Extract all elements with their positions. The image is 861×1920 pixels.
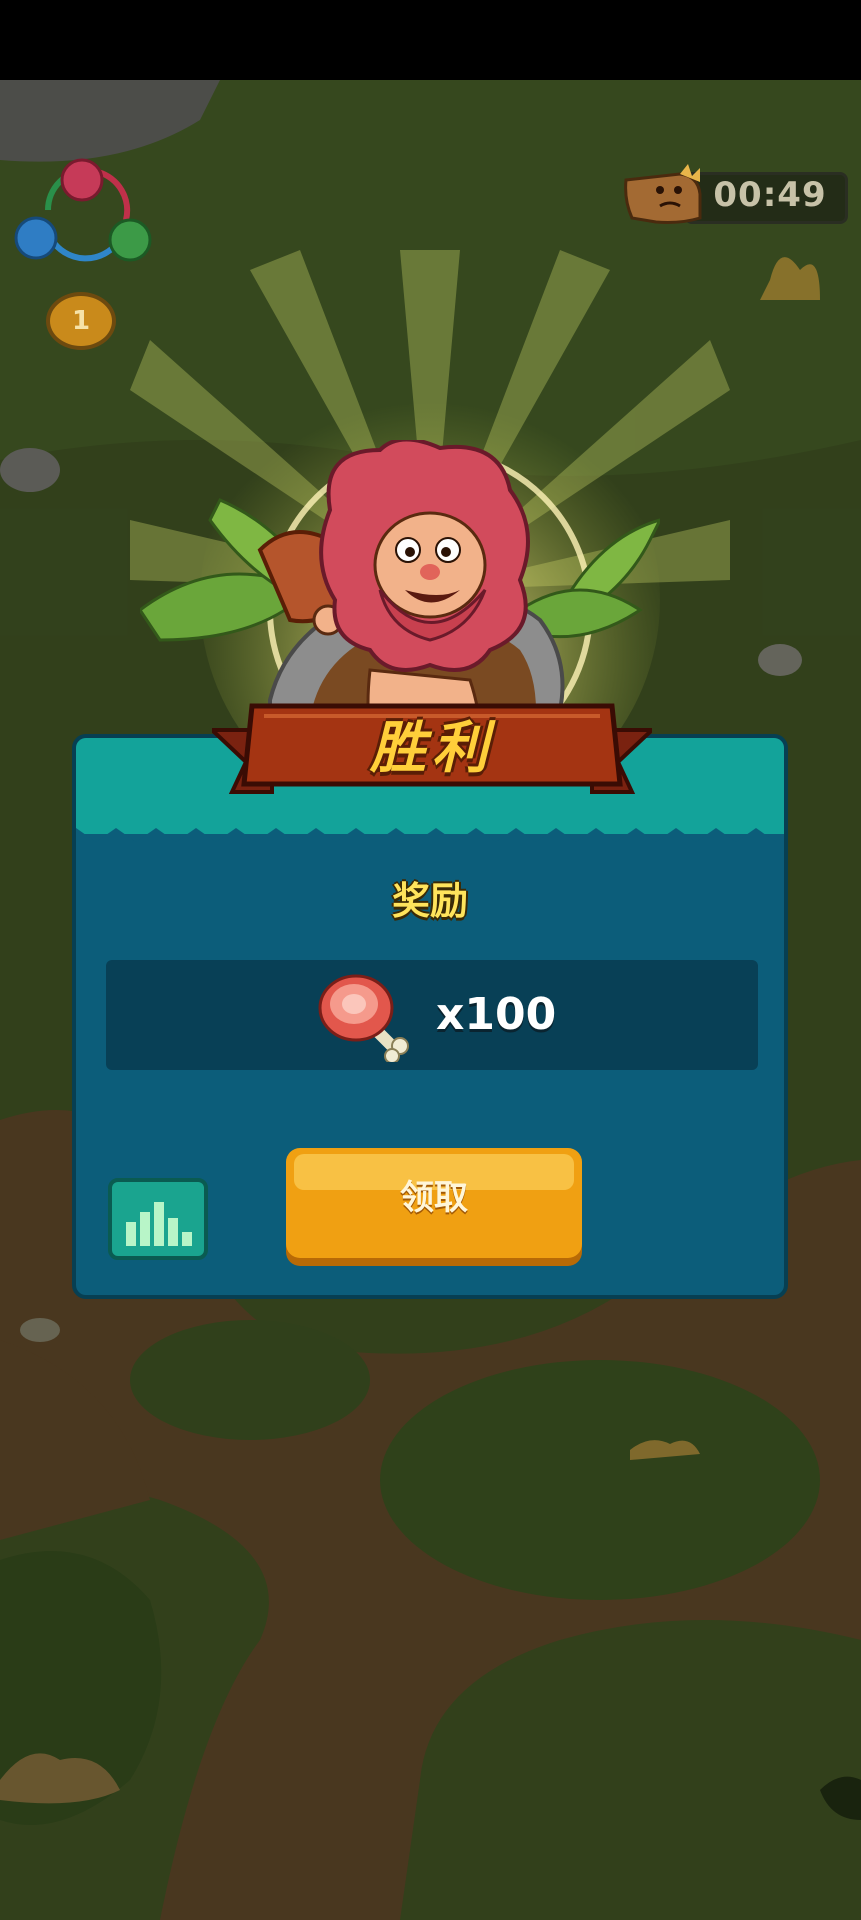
status-bar [0,0,861,80]
stats-button[interactable] [108,1178,208,1260]
reward-title: 奖励 [391,879,468,923]
dialog-wave-edge [76,828,784,858]
reward-item-row: x100 [106,960,758,1070]
bar-chart-icon [126,1202,192,1246]
meat-icon [318,974,409,1062]
level-badge: 1 [46,292,116,350]
timer-text: 00:49 [713,175,827,215]
victory-dialog: 奖励 x100 领取 [72,734,788,1299]
claim-button[interactable]: 领取 [286,1148,582,1258]
red-element-icon [60,158,104,202]
blue-element-icon [14,216,58,260]
victory-banner-text: 胜利 [370,716,494,781]
dinosaur-icon [624,164,702,224]
reward-amount: x100 [436,989,557,1040]
countdown-timer: 00:49 [620,160,848,226]
claim-button-label: 领取 [400,1178,468,1218]
